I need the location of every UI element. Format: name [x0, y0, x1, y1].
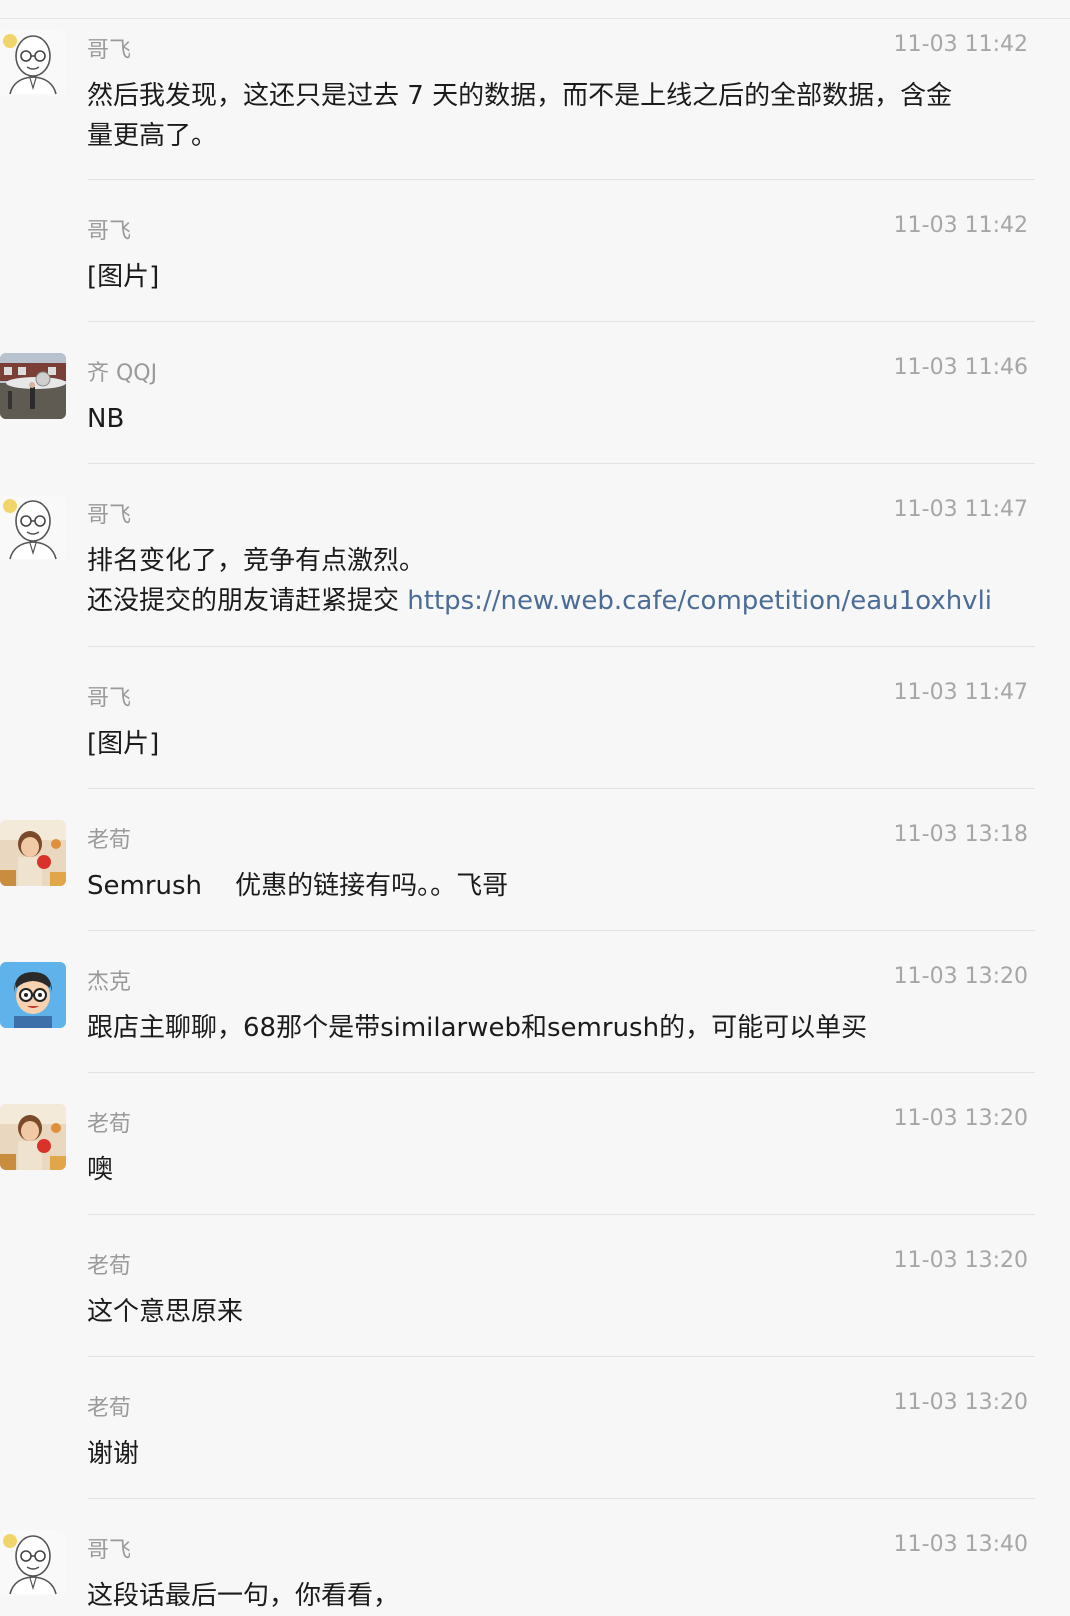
message-divider: [88, 179, 1035, 180]
chat-message[interactable]: 齐 QQJ 11-03 11:46 NB: [0, 345, 1070, 463]
chat-message[interactable]: 哥飞 11-03 11:47 排名变化了，竞争有点激烈。 还没提交的朋友请赶紧提交…: [0, 487, 1070, 646]
sender-name: 老荀: [87, 1254, 132, 1279]
bald-glasses-man-avatar[interactable]: [0, 1530, 66, 1596]
message-line: 跟店主聊聊，68那个是带similarweb和semrush的，可能可以单买: [87, 1013, 868, 1043]
sender-name: 哥飞: [87, 38, 132, 63]
message-text[interactable]: 跟店主聊聊，68那个是带similarweb和semrush的，可能可以单买: [87, 1008, 1022, 1048]
sender-name: 杰克: [87, 970, 132, 995]
message-divider: [88, 321, 1035, 322]
image-placeholder[interactable]: [图片]: [87, 257, 1022, 297]
message-text[interactable]: 谢谢: [87, 1434, 1022, 1474]
message-divider: [88, 788, 1035, 789]
message-line: 噢: [87, 1155, 114, 1185]
sender-name: 齐 QQJ: [87, 361, 158, 386]
sender-name: 老荀: [87, 1396, 132, 1421]
sender-name: 哥飞: [87, 686, 132, 711]
message-line: 然后我发现，这还只是过去 7 天的数据，而不是上线之后的全部数据，含金: [87, 81, 953, 111]
sender-name: 哥飞: [87, 503, 132, 528]
image-placeholder[interactable]: [图片]: [87, 724, 1022, 764]
chat-message[interactable]: 老荀 11-03 13:20 这个意思原来: [0, 1238, 1070, 1356]
message-divider: [88, 1072, 1035, 1073]
chat-message[interactable]: 哥飞 11-03 11:47 [图片]: [0, 670, 1070, 788]
chat-history[interactable]: 哥飞 11-03 11:42 然后我发现，这还只是过去 7 天的数据，而不是上线…: [0, 0, 1070, 1616]
chat-message[interactable]: 老荀 11-03 13:18 Semrush 优惠的链接有吗。。飞哥: [0, 812, 1070, 930]
message-text[interactable]: 噢: [87, 1150, 1022, 1190]
message-text[interactable]: 排名变化了，竞争有点激烈。 还没提交的朋友请赶紧提交 https://new.we…: [87, 541, 1022, 621]
message-divider: [88, 646, 1035, 647]
bald-glasses-man-avatar[interactable]: [0, 495, 66, 561]
message-line: 还没提交的朋友请赶紧提交 https://new.web.cafe/compet…: [87, 581, 1022, 621]
message-line: 这个意思原来: [87, 1297, 244, 1327]
bald-glasses-man-avatar[interactable]: [0, 30, 66, 96]
message-divider: [88, 1498, 1035, 1499]
chat-message[interactable]: 老荀 11-03 13:20 噢: [0, 1096, 1070, 1214]
message-text[interactable]: Semrush 优惠的链接有吗。。飞哥: [87, 866, 1022, 906]
cartoon-boy-avatar[interactable]: [0, 962, 66, 1028]
message-line: 量更高了。: [87, 121, 218, 151]
girl-photo-avatar[interactable]: [0, 820, 66, 886]
message-time: 11-03 13:20: [893, 1390, 1028, 1415]
message-line: [图片]: [87, 729, 160, 759]
message-time: 11-03 11:47: [893, 680, 1028, 705]
message-divider: [88, 1214, 1035, 1215]
message-line: 排名变化了，竞争有点激烈。: [87, 546, 426, 576]
competition-link[interactable]: https://new.web.cafe/competition/eau1oxh…: [407, 586, 992, 616]
message-line: 谢谢: [87, 1439, 140, 1469]
message-time: 11-03 13:18: [893, 822, 1028, 847]
message-text[interactable]: 这个意思原来: [87, 1292, 1022, 1332]
message-time: 11-03 13:40: [893, 1532, 1028, 1557]
message-line: 这段话最后一句，你看看，: [87, 1581, 400, 1611]
message-divider: [88, 463, 1035, 464]
message-divider: [88, 930, 1035, 931]
message-line-text: 还没提交的朋友请赶紧提交: [87, 586, 408, 616]
message-time: 11-03 13:20: [893, 964, 1028, 989]
chat-message[interactable]: 哥飞 11-03 11:42 [图片]: [0, 203, 1070, 321]
message-text[interactable]: 然后我发现，这还只是过去 7 天的数据，而不是上线之后的全部数据，含金 量更高了。: [87, 76, 1022, 156]
sender-name: 哥飞: [87, 1538, 132, 1563]
chat-message[interactable]: 老荀 11-03 13:20 谢谢: [0, 1380, 1070, 1498]
message-text[interactable]: 这段话最后一句，你看看，: [87, 1576, 1022, 1616]
message-time: 11-03 11:46: [893, 355, 1028, 380]
sender-name: 老荀: [87, 1112, 132, 1137]
chat-message[interactable]: 哥飞 11-03 13:40 这段话最后一句，你看看，: [0, 1522, 1070, 1616]
message-time: 11-03 11:42: [893, 213, 1028, 238]
message-time: 11-03 13:20: [893, 1106, 1028, 1131]
message-line: NB: [87, 404, 125, 434]
message-time: 11-03 11:47: [893, 497, 1028, 522]
message-line: Semrush 优惠的链接有吗。。飞哥: [87, 871, 509, 901]
message-line: [图片]: [87, 262, 160, 292]
top-divider: [0, 18, 1070, 19]
girl-photo-avatar[interactable]: [0, 1104, 66, 1170]
airplane-photo-avatar[interactable]: [0, 353, 66, 419]
message-text[interactable]: NB: [87, 399, 1022, 439]
message-divider: [88, 1356, 1035, 1357]
sender-name: 老荀: [87, 828, 132, 853]
message-time: 11-03 13:20: [893, 1248, 1028, 1273]
chat-message[interactable]: 哥飞 11-03 11:42 然后我发现，这还只是过去 7 天的数据，而不是上线…: [0, 22, 1070, 198]
sender-name: 哥飞: [87, 219, 132, 244]
chat-message[interactable]: 杰克 11-03 13:20 跟店主聊聊，68那个是带similarweb和se…: [0, 954, 1070, 1072]
message-time: 11-03 11:42: [893, 32, 1028, 57]
